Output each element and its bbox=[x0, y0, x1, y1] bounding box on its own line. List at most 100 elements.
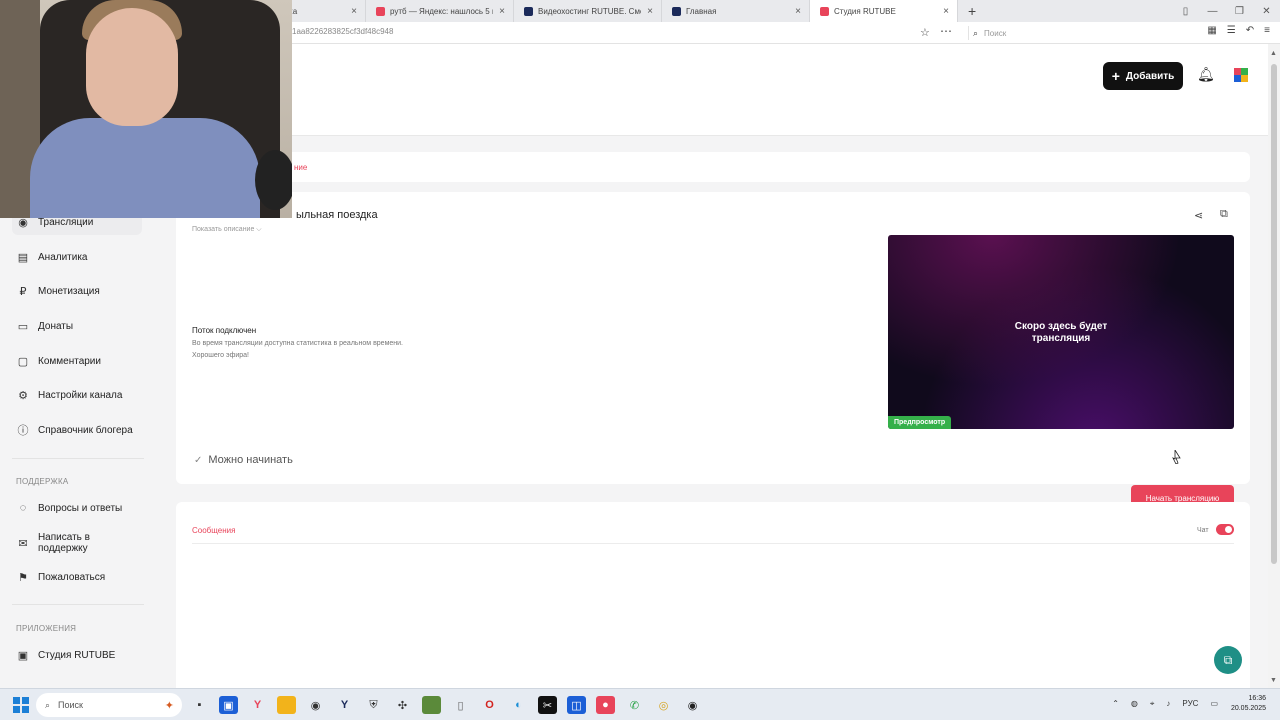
tabs-grid-icon[interactable]: ▦ bbox=[1207, 25, 1216, 36]
notification-center-icon[interactable]: ▭ bbox=[1210, 699, 1218, 709]
sidebar-item-mail[interactable]: ✉ Написать в поддержку bbox=[12, 530, 142, 556]
taskbar-search-label: Поиск bbox=[58, 700, 83, 710]
tray-chevron-icon[interactable]: ⌃ bbox=[1112, 699, 1119, 709]
bookmark-star-icon[interactable]: ☆ bbox=[920, 26, 930, 39]
studio-icon: ▣ bbox=[17, 649, 29, 662]
url-text[interactable]: 1aa8226283825cf3df48c948 bbox=[292, 27, 393, 36]
chrome-icon[interactable]: ◎ bbox=[654, 696, 673, 714]
chat-divider bbox=[192, 543, 1234, 544]
browser-tab[interactable]: Главная × bbox=[662, 0, 810, 22]
sidebar-item-label: Аналитика bbox=[38, 251, 88, 263]
yandex-icon[interactable]: Y bbox=[335, 696, 354, 714]
stream-preview[interactable]: Скоро здесь будет трансляция Предпросмот… bbox=[888, 235, 1234, 429]
tab-title: Видеохостинг RUTUBE. Смо bbox=[538, 6, 642, 16]
shield-app-icon[interactable]: ⛨ bbox=[364, 696, 383, 714]
add-button[interactable]: + Добавить bbox=[1103, 62, 1183, 90]
tab-title: Главная bbox=[686, 6, 717, 16]
tab-close-icon[interactable]: × bbox=[795, 6, 801, 17]
tab-messages[interactable]: Сообщения bbox=[192, 526, 235, 535]
browser-search-input[interactable]: ⌕ Поиск bbox=[968, 26, 1176, 40]
collections-icon[interactable]: ☰ bbox=[1227, 25, 1236, 36]
taskbar-search[interactable]: ⌕ Поиск ✦ bbox=[36, 693, 182, 717]
show-description-link[interactable]: Показать описание ⌵ bbox=[192, 226, 262, 234]
notifications-bell-icon[interactable]: 🔔︎ bbox=[1197, 66, 1215, 83]
system-clock[interactable]: 16:36 20.05.2025 bbox=[1231, 694, 1266, 714]
minimize-icon[interactable]: — bbox=[1199, 6, 1226, 17]
tab-close-icon[interactable]: × bbox=[499, 6, 505, 17]
browser-tabs: ×Новая вкладка×рутб — Яндекс: нашлось 5 … bbox=[180, 0, 958, 22]
whatsapp-icon[interactable]: ✆ bbox=[625, 696, 644, 714]
profile-avatar-icon[interactable] bbox=[1232, 66, 1250, 84]
volume-icon[interactable]: ♪ bbox=[1166, 699, 1170, 709]
menu-icon[interactable]: ≡ bbox=[1264, 25, 1270, 36]
history-back-icon[interactable]: ↶ bbox=[1246, 25, 1254, 36]
tab-title: рутб — Яндекс: нашлось 5 м bbox=[390, 6, 494, 16]
windows-start-icon[interactable] bbox=[13, 697, 29, 713]
browser-tab[interactable]: Студия RUTUBE × bbox=[810, 0, 958, 22]
sidebar-item-label: Комментарии bbox=[38, 355, 101, 367]
preview-badge: Предпросмотр bbox=[888, 416, 952, 429]
task-view-icon[interactable]: ▪ bbox=[190, 696, 209, 714]
obs-icon[interactable]: ◉ bbox=[683, 696, 702, 714]
ready-status-label: Можно начинать bbox=[208, 454, 293, 466]
opera-icon[interactable]: O bbox=[480, 696, 499, 714]
close-window-icon[interactable]: ✕ bbox=[1253, 6, 1280, 17]
game-launcher-icon[interactable]: ◉ bbox=[306, 696, 325, 714]
minecraft-icon[interactable] bbox=[422, 696, 441, 714]
tab-favicon-icon bbox=[524, 6, 533, 16]
share-icon[interactable]: ⋖ bbox=[1194, 209, 1203, 222]
scroll-up-icon[interactable]: ▲ bbox=[1270, 50, 1277, 57]
network-icon[interactable]: ⌖ bbox=[1150, 699, 1155, 709]
yandex-browser-icon[interactable]: Y bbox=[248, 696, 267, 714]
maximize-icon[interactable]: ❐ bbox=[1226, 6, 1253, 17]
edge-icon[interactable]: ◐ bbox=[509, 696, 528, 714]
sidebar-item-label: Написать в поддержку bbox=[37, 532, 90, 554]
page-scrollbar[interactable]: ▲ ▼ bbox=[1268, 44, 1280, 688]
sidebar-item-donate[interactable]: ▭ Донаты bbox=[12, 313, 142, 339]
sidebar-item-settings[interactable]: ⚙ Настройки канала bbox=[12, 382, 142, 408]
chat-toggle[interactable] bbox=[1216, 524, 1234, 535]
sidebar-item-comments[interactable]: ▢ Комментарии bbox=[12, 348, 142, 374]
tab-close-icon[interactable]: × bbox=[943, 6, 949, 17]
chat-toggle-label: Чат bbox=[1197, 527, 1209, 534]
sidebar-item-flag[interactable]: ⚑ Пожаловаться bbox=[12, 564, 142, 590]
sidebar-item-studio[interactable]: ▣ Студия RUTUBE bbox=[12, 642, 142, 668]
comments-icon: ▢ bbox=[17, 355, 29, 368]
tab-close-icon[interactable]: × bbox=[351, 6, 357, 17]
help-chat-button[interactable]: ⧉ bbox=[1214, 646, 1242, 674]
donate-icon: ▭ bbox=[17, 320, 29, 333]
sidebar-item-info[interactable]: ⓘ Справочник блогера bbox=[12, 417, 142, 443]
tab-active[interactable]: ние bbox=[294, 163, 307, 172]
scroll-down-icon[interactable]: ▼ bbox=[1270, 677, 1277, 684]
more-menu-icon[interactable]: ⋯ bbox=[940, 24, 952, 38]
tool-icon[interactable]: ✣ bbox=[393, 696, 412, 714]
browser-search-placeholder: Поиск bbox=[984, 28, 1007, 38]
sidebar-item-faq[interactable]: ◌ Вопросы и ответы bbox=[12, 495, 142, 521]
checkmark-icon: ✓ bbox=[194, 454, 203, 466]
bookmark-panel-icon[interactable]: ▯ bbox=[1172, 6, 1199, 17]
browser-tab[interactable]: рутб — Яндекс: нашлось 5 м × bbox=[366, 0, 514, 22]
document-icon[interactable]: ▯ bbox=[451, 696, 470, 714]
sidebar-divider bbox=[12, 458, 144, 459]
new-tab-button[interactable]: + bbox=[958, 3, 986, 19]
tab-close-icon[interactable]: × bbox=[647, 6, 653, 17]
scrollbar-thumb[interactable] bbox=[1271, 64, 1277, 564]
browser-tab[interactable]: Видеохостинг RUTUBE. Смо × bbox=[514, 0, 662, 22]
open-external-icon[interactable]: ⧉ bbox=[1220, 208, 1228, 221]
mouse-cursor-icon bbox=[1172, 450, 1181, 464]
store-icon[interactable]: ▣ bbox=[219, 696, 238, 714]
stream-status-text-2: Хорошего эфира! bbox=[192, 352, 249, 359]
sidebar-item-label: Пожаловаться bbox=[38, 571, 106, 583]
preview-placeholder-text: Скоро здесь будет трансляция bbox=[888, 321, 1234, 344]
sidebar-item-ruble[interactable]: ₽ Монетизация bbox=[12, 278, 142, 304]
language-indicator[interactable]: РУС bbox=[1182, 699, 1198, 709]
screen-recorder-icon[interactable]: ● bbox=[596, 696, 615, 714]
file-explorer-icon[interactable] bbox=[277, 696, 296, 714]
sidebar-item-analytics[interactable]: ▤ Аналитика bbox=[12, 244, 142, 270]
sidebar-item-label: Настройки канала bbox=[38, 389, 123, 401]
tray-app-icon[interactable]: ◍ bbox=[1131, 699, 1138, 709]
system-tray: ⌃ ◍ ⌖ ♪ РУС ▭ bbox=[1112, 699, 1218, 709]
capcut-icon[interactable]: ✂ bbox=[538, 696, 557, 714]
vpn-icon[interactable]: ◫ bbox=[567, 696, 586, 714]
sidebar-divider bbox=[12, 604, 144, 605]
